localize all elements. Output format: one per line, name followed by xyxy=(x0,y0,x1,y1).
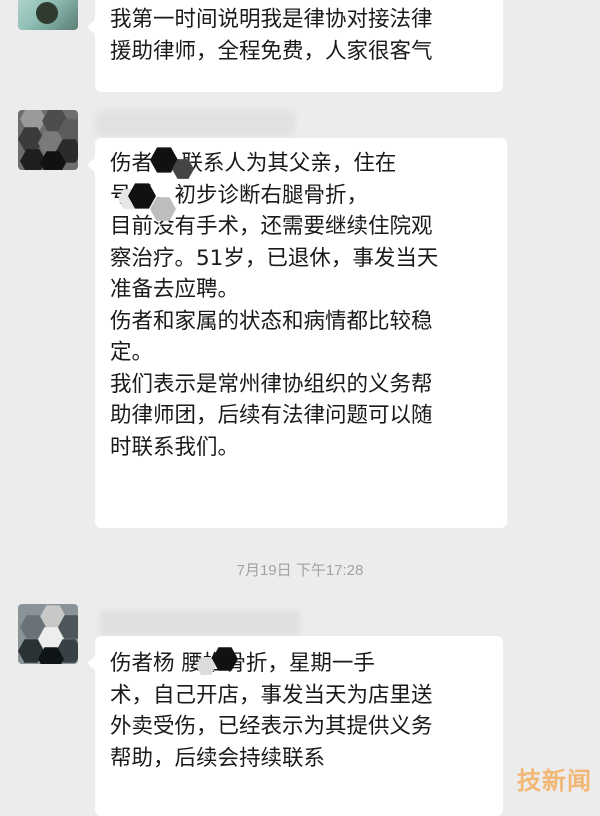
sender-name-redacted xyxy=(100,610,300,636)
message-text-line: 伤者和家属的状态和病情都比较稳 xyxy=(110,308,433,334)
avatar-mosaic-cell xyxy=(18,127,44,151)
message-text-line: 伤者杨 腰椎骨折，星期一手 xyxy=(110,651,375,676)
message-text-line: 外卖受伤，已经表示为其提供义务 xyxy=(110,714,433,739)
message-text-line: 我第一时间说明我是律协对接法律 xyxy=(110,7,433,32)
message-text-line: 准备去应聘。 xyxy=(110,277,240,302)
message-text-line: 援助律师，全程免费，人家很客气 xyxy=(110,38,433,64)
message-bubble[interactable]: 伤者杨 腰椎骨折，星期一手 术，自己开店，事发当天为店里送 外卖受伤，已经表示为… xyxy=(87,636,503,816)
message-timestamp: 7月19日 下午17:28 xyxy=(236,562,364,579)
message-text-line: 帮助，后续会持续联系 xyxy=(110,745,326,771)
contact-avatar[interactable] xyxy=(18,0,78,30)
message-text-line: 我们表示是常州律协组织的义务帮 xyxy=(110,371,433,397)
message-text-line: 助律师团，后续有法律问题可以随 xyxy=(110,403,433,428)
message-text-line: 察治疗。51岁，已退休，事发当天 xyxy=(110,245,439,271)
contact-avatar[interactable] xyxy=(18,110,78,170)
message-text-line: 定。 xyxy=(110,340,154,365)
contact-avatar[interactable] xyxy=(18,604,78,664)
watermark-logo: 技新闻 xyxy=(517,767,592,795)
message-bubble[interactable]: 伤者 ，联系人为其父亲，住在 号楼，初步诊断右腿骨折， 目前没有手术，还需要继续… xyxy=(87,138,507,528)
message-text-line: 时联系我们。 xyxy=(110,434,240,460)
message-text-line: 术，自己开店，事发当天为店里送 xyxy=(110,682,433,708)
avatar-graphic xyxy=(36,2,58,24)
sender-name-redacted xyxy=(95,110,295,136)
message-bubble[interactable]: 我第一时间说明我是律协对接法律 援助律师，全程免费，人家很客气 xyxy=(87,0,503,92)
